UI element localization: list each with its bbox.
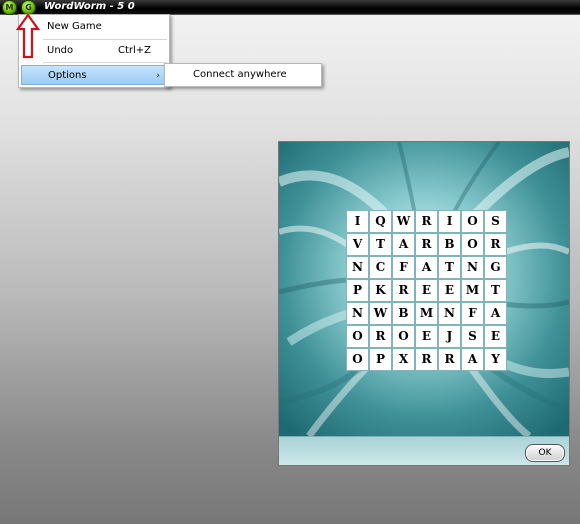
letter-tile[interactable]: R	[370, 326, 391, 347]
menu-item-label: Connect anywhere	[193, 69, 287, 80]
letter-tile[interactable]: O	[347, 349, 368, 370]
letter-tile[interactable]: Y	[485, 349, 506, 370]
annotation-arrow-icon	[16, 13, 40, 59]
letter-tile[interactable]: P	[347, 280, 368, 301]
main-menu: New Game Undo Ctrl+Z Options ›	[18, 14, 170, 88]
letter-tile[interactable]: T	[370, 234, 391, 255]
letter-tile[interactable]: R	[416, 211, 437, 232]
options-submenu: Connect anywhere	[164, 63, 322, 87]
menu-icon[interactable]: M	[2, 0, 17, 15]
letter-tile[interactable]: P	[370, 349, 391, 370]
letter-tile[interactable]: N	[347, 303, 368, 324]
letter-tile[interactable]: K	[370, 280, 391, 301]
letter-tile[interactable]: O	[393, 326, 414, 347]
letter-tile[interactable]: M	[416, 303, 437, 324]
letter-tile[interactable]: T	[439, 257, 460, 278]
menu-item-undo[interactable]: Undo Ctrl+Z	[21, 41, 167, 61]
letter-tile[interactable]: B	[439, 234, 460, 255]
menu-separator	[43, 39, 167, 40]
letter-tile[interactable]: O	[347, 326, 368, 347]
letter-tile[interactable]: S	[485, 211, 506, 232]
submenu-arrow-icon: ›	[156, 71, 160, 81]
letter-tile[interactable]: R	[393, 280, 414, 301]
letter-tile[interactable]: V	[347, 234, 368, 255]
letter-grid: IQWRIOSVTARBORNCFATNGPKREEMTNWBMNFAOROEJ…	[346, 210, 507, 371]
letter-tile[interactable]: R	[416, 234, 437, 255]
title-bar: M G WordWorm - 5 0	[0, 0, 580, 15]
letter-tile[interactable]: E	[439, 280, 460, 301]
menu-icon-glyph: M	[5, 3, 14, 12]
letter-tile[interactable]: R	[416, 349, 437, 370]
letter-tile[interactable]: N	[462, 257, 483, 278]
game-dialog: IQWRIOSVTARBORNCFATNGPKREEMTNWBMNFAOROEJ…	[278, 141, 570, 466]
letter-tile[interactable]: C	[370, 257, 391, 278]
letter-tile[interactable]: Q	[370, 211, 391, 232]
letter-tile[interactable]: W	[370, 303, 391, 324]
letter-tile[interactable]: W	[393, 211, 414, 232]
letter-tile[interactable]: O	[462, 211, 483, 232]
letter-tile[interactable]: E	[416, 326, 437, 347]
menu-item-label: New Game	[47, 21, 102, 32]
window-title: WordWorm - 5 0	[44, 1, 135, 12]
letter-tile[interactable]: I	[347, 211, 368, 232]
letter-tile[interactable]: T	[485, 280, 506, 301]
letter-tile[interactable]: F	[462, 303, 483, 324]
letter-tile[interactable]: F	[393, 257, 414, 278]
dialog-footer: OK	[279, 436, 569, 465]
menu-item-label: Options	[48, 70, 87, 81]
letter-tile[interactable]: A	[485, 303, 506, 324]
letter-tile[interactable]: A	[416, 257, 437, 278]
menu-item-options[interactable]: Options ›	[21, 65, 167, 85]
letter-tile[interactable]: N	[439, 303, 460, 324]
letter-tile[interactable]: E	[416, 280, 437, 301]
letter-tile[interactable]: S	[462, 326, 483, 347]
ok-button[interactable]: OK	[525, 444, 565, 462]
letter-tile[interactable]: M	[462, 280, 483, 301]
letter-tile[interactable]: E	[485, 326, 506, 347]
letter-tile[interactable]: I	[439, 211, 460, 232]
menu-item-label: Undo	[47, 45, 74, 56]
letter-tile[interactable]: R	[439, 349, 460, 370]
letter-tile[interactable]: B	[393, 303, 414, 324]
menu-item-new-game[interactable]: New Game	[21, 17, 167, 37]
menu-item-shortcut: Ctrl+Z	[117, 45, 151, 56]
letter-tile[interactable]: A	[462, 349, 483, 370]
letter-tile[interactable]: N	[347, 257, 368, 278]
letter-tile[interactable]: G	[485, 257, 506, 278]
menu-item-connect-anywhere[interactable]: Connect anywhere	[167, 65, 319, 85]
letter-tile[interactable]: A	[393, 234, 414, 255]
letter-tile[interactable]: X	[393, 349, 414, 370]
menu-separator	[43, 62, 167, 63]
letter-tile[interactable]: O	[462, 234, 483, 255]
letter-tile[interactable]: R	[485, 234, 506, 255]
letter-tile[interactable]: J	[439, 326, 460, 347]
